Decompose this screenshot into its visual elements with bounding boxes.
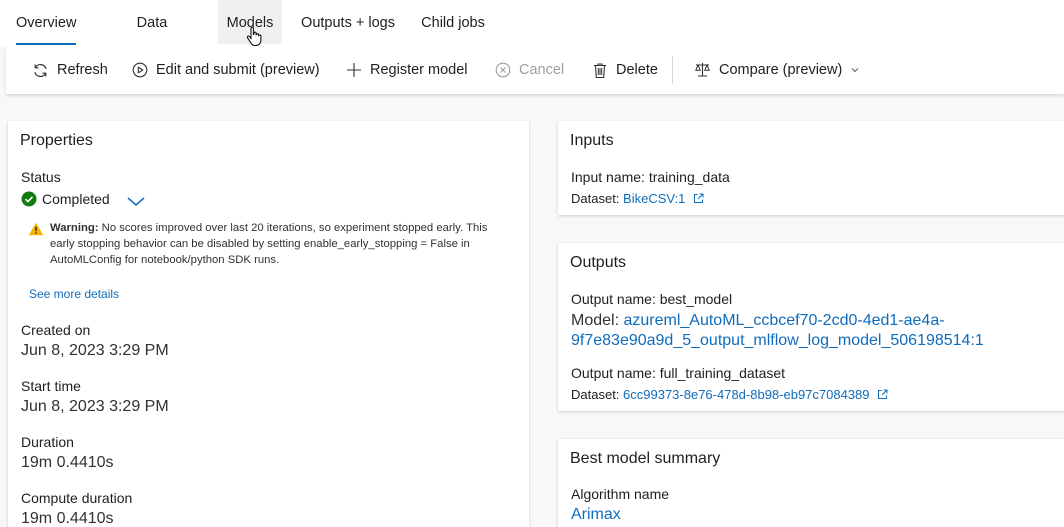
warning-message: No scores improved over last 20 iteratio… (50, 222, 488, 266)
properties-title: Properties (20, 132, 93, 149)
start-time-value: Jun 8, 2023 3:29 PM (21, 398, 169, 415)
duration-value: 19m 0.4410s (21, 454, 114, 471)
command-bar: Refresh Edit and submit (preview) Regist… (6, 46, 1064, 94)
output-full-training-name: Output name: full_training_dataset (571, 365, 786, 381)
external-link-icon[interactable] (693, 193, 704, 204)
hand-cursor-icon (246, 27, 262, 46)
external-link-icon[interactable] (877, 389, 888, 400)
best-model-summary-card: Best model summary Algorithm name Arimax (558, 439, 1064, 527)
start-time-label: Start time (21, 378, 81, 394)
refresh-icon (34, 63, 47, 77)
output-model-link-continued[interactable]: 9f7e83e90a9d_5_output_mlflow_log_model_5… (571, 332, 984, 349)
status-expand-chevron-icon[interactable] (126, 195, 146, 207)
refresh-button[interactable]: Refresh (32, 46, 108, 94)
play-circle-icon (132, 62, 148, 78)
early-stopping-warning: Warning: No scores improved over last 20… (28, 220, 498, 268)
delete-button[interactable]: Delete (592, 46, 658, 94)
inputs-card: Inputs Input name: training_data Dataset… (558, 121, 1064, 215)
input-dataset-link[interactable]: BikeCSV:1 (623, 191, 685, 206)
created-on-value: Jun 8, 2023 3:29 PM (21, 342, 169, 359)
delete-label: Delete (616, 62, 658, 78)
cancel-label: Cancel (519, 62, 565, 78)
output-best-model-name: Output name: best_model (571, 291, 733, 307)
warning-prefix: Warning: (50, 222, 99, 234)
cancel-button[interactable]: Cancel (495, 46, 564, 94)
success-check-icon (21, 191, 37, 207)
output-dataset-link[interactable]: 6cc99373-8e76-478d-8b98-eb97c7084389 (623, 387, 870, 402)
input-dataset-label: Dataset: (571, 191, 624, 206)
outputs-title: Outputs (570, 254, 627, 271)
properties-card: Properties Status Completed Warning: No … (8, 121, 529, 527)
cancel-circle-icon (495, 62, 511, 78)
tab-child-jobs[interactable]: Child jobs (421, 0, 485, 44)
input-dataset-row: Dataset: BikeCSV:1 (571, 191, 704, 206)
created-on-label: Created on (21, 322, 91, 338)
algorithm-name-label: Algorithm name (571, 486, 670, 502)
compare-dropdown-button[interactable]: Compare (preview) (694, 46, 860, 94)
compute-duration-label: Compute duration (21, 490, 133, 506)
scale-compare-icon (695, 63, 710, 77)
compare-label: Compare (preview) (719, 62, 843, 78)
output-dataset-row: Dataset: 6cc99373-8e76-478d-8b98-eb97c70… (571, 387, 888, 402)
inputs-title: Inputs (570, 132, 614, 149)
trash-icon (594, 62, 606, 78)
tab-overview[interactable]: Overview (16, 0, 76, 45)
best-model-title: Best model summary (570, 450, 721, 467)
compute-duration-value: 19m 0.4410s (21, 510, 114, 527)
input-name: Input name: training_data (571, 169, 730, 185)
tab-bar: Overview Data guardrails Models Outputs … (0, 0, 1064, 77)
algorithm-name-link[interactable]: Arimax (571, 506, 621, 524)
add-icon (347, 63, 361, 77)
output-dataset-label: Dataset: (571, 387, 624, 402)
refresh-label: Refresh (57, 62, 108, 78)
edit-and-submit-button[interactable]: Edit and submit (preview) (132, 46, 320, 94)
register-model-button[interactable]: Register model (346, 46, 468, 94)
toolbar-divider (672, 56, 673, 84)
register-model-label: Register model (370, 62, 468, 78)
see-more-details-link[interactable]: See more details (29, 287, 119, 301)
tab-data-guardrails[interactable]: Data guardrails (104, 0, 200, 77)
outputs-card: Outputs Output name: best_model Model: a… (558, 243, 1064, 411)
duration-label: Duration (21, 434, 74, 450)
edit-and-submit-label: Edit and submit (preview) (156, 62, 320, 78)
output-model-row: Model: azureml_AutoML_ccbcef70-2cd0-4ed1… (571, 311, 1064, 351)
output-model-link[interactable]: azureml_AutoML_ccbcef70-2cd0-4ed1-ae4a- (623, 312, 944, 329)
status-row: Completed (21, 189, 146, 209)
tab-outputs-logs[interactable]: Outputs + logs (300, 0, 396, 44)
status-label: Status (21, 169, 61, 185)
output-model-label: Model: (571, 312, 624, 329)
warning-icon (28, 222, 44, 236)
chevron-down-icon (851, 68, 859, 73)
status-value: Completed (42, 191, 110, 207)
